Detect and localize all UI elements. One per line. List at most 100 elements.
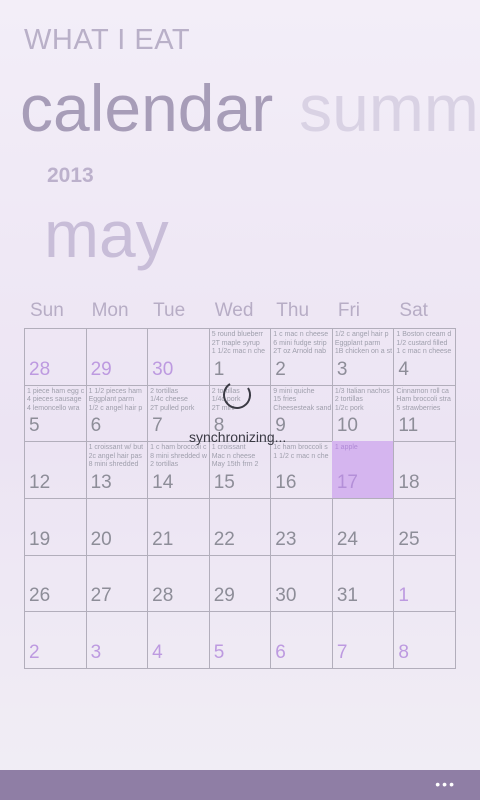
day-number: 29 [90,358,112,380]
weekday-sun: Sun [30,300,64,321]
calendar-day[interactable]: 23 [270,498,333,556]
food-note: 15 fries [273,396,297,404]
weekday-thu: Thu [276,300,310,321]
day-number: 19 [29,528,51,550]
food-note: 1 c mac n cheese [273,331,329,338]
food-note: 1B chicken on a st [334,348,393,355]
day-number: 5 [213,641,225,663]
day-number: 1 [398,585,409,607]
day-number: 3 [90,641,102,663]
food-note: 1 c ham broccoli c [150,444,207,452]
calendar-day[interactable]: 20 [85,498,149,556]
app-bar: ••• [0,770,480,800]
day-number: 17 [336,471,358,493]
calendar-day[interactable]: 24 [331,498,395,556]
calendar-day[interactable]: 1 croissant Mac n cheese May 15th frm 2 15 [208,441,272,499]
day-number: 18 [398,471,420,493]
day-number: 20 [90,528,112,550]
food-note: 2 tortillas [150,387,179,395]
food-note: Eggplant parm [334,339,381,347]
calendar-day[interactable]: 27 [85,554,149,613]
calendar-day[interactable]: 1 [393,554,456,613]
day-food-notes: Cinnamon roll ca Ham broccoli stra 5 straw… [396,388,454,414]
calendar-day[interactable]: 21 [147,498,210,556]
calendar-day[interactable]: 18 [393,441,456,499]
day-number: 2 [275,358,286,380]
calendar-day[interactable]: 1 c mac n cheese 6 mini fudge strip 2T oz … [270,328,333,386]
day-number: 27 [90,585,112,607]
food-note: 5 strawberries [396,404,441,412]
calendar-day[interactable]: 4 [147,611,210,669]
food-note: 1/2 custard filled [396,339,448,347]
weekday-wed: Wed [214,300,254,321]
day-number: 4 [152,641,163,663]
calendar-day[interactable]: Cinnamon roll ca Ham broccoli stra 5 straw… [393,384,456,443]
calendar-day[interactable]: 30 [270,554,333,613]
day-number: 23 [275,528,297,550]
sync-label: synchronizing... [189,429,287,445]
calendar-day[interactable]: 2 [24,611,87,669]
calendar-day[interactable]: 1 piece ham egg c4 pieces sausage 4 lemon… [24,384,87,443]
day-number: 14 [152,471,174,493]
food-note: 9 mini quiche [273,387,315,395]
food-note: 2 tortillas [150,461,179,469]
calendar-day[interactable]: 26 [24,554,87,613]
food-note: 1/2 c angel hair p [334,331,389,338]
day-food-notes: 1 c mac n cheese 6 mini fudge strip 2T oz … [273,331,331,357]
day-number: 15 [213,471,235,493]
food-note: 6 mini fudge strip [273,339,327,347]
calendar-day[interactable]: 1 1/2 pieces ham Eggplant parm 1/2 c angel… [85,384,149,443]
calendar-day[interactable]: 29 [208,554,272,613]
pivot-item-calendar[interactable]: calendar [20,71,273,145]
calendar-day[interactable]: 22 [208,498,272,556]
day-number: 28 [152,585,174,607]
day-number: 13 [90,471,112,493]
calendar-day[interactable]: 31 [331,554,395,613]
food-note: 5 round blueberr [211,331,264,338]
pivot-header: calendar summ [20,70,479,146]
day-number: 2 [29,641,40,663]
weekday-header: Sun Mon Tue Wed Thu Fri Sat [24,300,455,328]
food-note: 2c angel hair pas [88,452,142,460]
calendar-day[interactable]: 7 [331,611,395,669]
food-note: 2T maple syrup [211,339,260,347]
calendar-day[interactable]: 3 [85,611,149,669]
day-food-notes: 1 croissant Mac n cheese May 15th frm 2 [212,444,270,470]
calendar-day[interactable]: 12 [24,441,87,499]
calendar-grid: 28 29 30 5 round blueberr 2T maple syrup 1 1/… [24,328,456,669]
calendar-day[interactable]: 1/2 c angel hair p Eggplant parm 1B chicke… [331,328,395,386]
calendar-day[interactable]: 29 [85,328,149,386]
calendar-day[interactable]: 1/3 Italian nachos 2 tortillas 1/2c pork 10 [331,384,395,443]
food-note: 2T pulled pork [150,404,195,412]
calendar-day[interactable]: 1 croissant w/ but 2c angel hair pas 8 min… [85,441,149,499]
food-note: Eggplant parm [88,396,135,404]
food-note: 1 apple [334,444,358,452]
app-title: WHAT I EAT [24,24,191,56]
food-note: Mac n cheese [211,452,256,460]
calendar-day[interactable]: 19 [24,498,87,556]
weekday-fri: Fri [337,300,360,321]
calendar-day[interactable]: 5 round blueberr 2T maple syrup 1 1/2c mac… [208,328,272,386]
calendar-day[interactable]: 6 [270,611,333,669]
calendar-day-today[interactable]: 1 apple 17 [331,441,395,499]
calendar-day[interactable]: 8 [393,611,456,669]
calendar-day[interactable]: 25 [393,498,456,556]
day-number: 16 [275,471,297,493]
day-food-notes: 1 c ham broccoli c8 mini shredded w2 tor… [150,444,208,470]
food-note: Cheesesteak sand [273,404,332,412]
food-note: 4 lemoncello wra [27,404,80,412]
food-note: 1/3 Italian nachos [334,387,390,395]
calendar-day[interactable]: 30 [147,328,210,386]
day-number: 24 [336,528,358,550]
day-food-notes: 1c ham broccoli s1 1/2 c mac n che [273,444,331,461]
calendar-day[interactable]: 5 [208,611,272,669]
year-label: 2013 [47,164,94,187]
calendar-day[interactable]: 28 [24,328,87,386]
calendar-day[interactable]: 28 [147,554,210,613]
calendar-day[interactable]: 1 c ham broccoli c8 mini shredded w2 tor… [147,441,210,499]
calendar-day[interactable]: 1 Boston cream d 1/2 custard filled 1 c ma… [393,328,456,386]
food-note: 1 croissant [211,444,246,452]
calendar-day[interactable]: 1c ham broccoli s1 1/2 c mac n che 16 [270,441,333,499]
pivot-item-summary[interactable]: summ [299,71,479,145]
ellipsis-icon[interactable]: ••• [435,776,456,792]
